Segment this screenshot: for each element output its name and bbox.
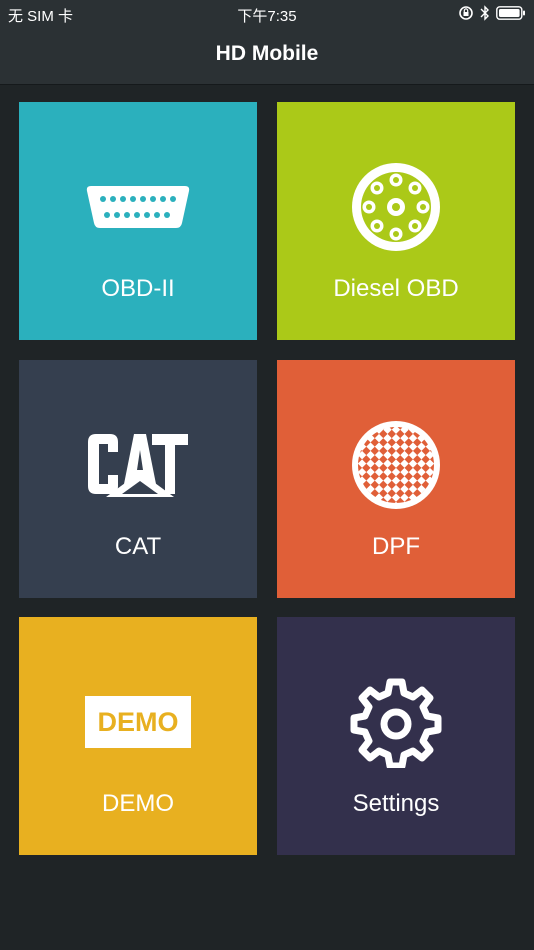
status-icons <box>458 5 526 21</box>
status-bar: 无 SIM 卡 下午7:35 <box>0 0 534 28</box>
tile-label: OBD-II <box>101 275 175 302</box>
tile-label: DEMO <box>102 790 174 817</box>
demo-badge-icon: DEMO <box>85 696 191 748</box>
orientation-lock-icon <box>459 6 473 20</box>
cat-logo-icon <box>88 434 188 497</box>
tile-label: DPF <box>372 533 420 560</box>
tile-obd2[interactable]: OBD-II <box>19 102 257 340</box>
round-connector-icon <box>352 163 440 251</box>
nav-bar: HD Mobile <box>0 28 534 85</box>
tile-settings[interactable]: Settings <box>277 617 515 855</box>
page-title: HD Mobile <box>215 42 319 65</box>
tile-label: Settings <box>352 790 440 817</box>
dpf-filter-icon <box>352 421 440 509</box>
tile-label: CAT <box>114 533 162 560</box>
tile-demo[interactable]: DEMO DEMO <box>19 617 257 855</box>
bluetooth-icon <box>480 5 489 21</box>
obd-connector-icon <box>86 186 190 228</box>
gear-icon <box>350 678 442 768</box>
battery-icon <box>496 6 525 20</box>
tile-dpf[interactable]: DPF <box>277 360 515 598</box>
status-time: 下午7:35 <box>237 8 297 25</box>
demo-badge-text: DEMO <box>97 706 179 737</box>
tile-cat[interactable]: CAT <box>19 360 257 598</box>
tile-label: Diesel OBD <box>333 275 459 302</box>
tile-diesel-obd[interactable]: Diesel OBD <box>277 102 515 340</box>
